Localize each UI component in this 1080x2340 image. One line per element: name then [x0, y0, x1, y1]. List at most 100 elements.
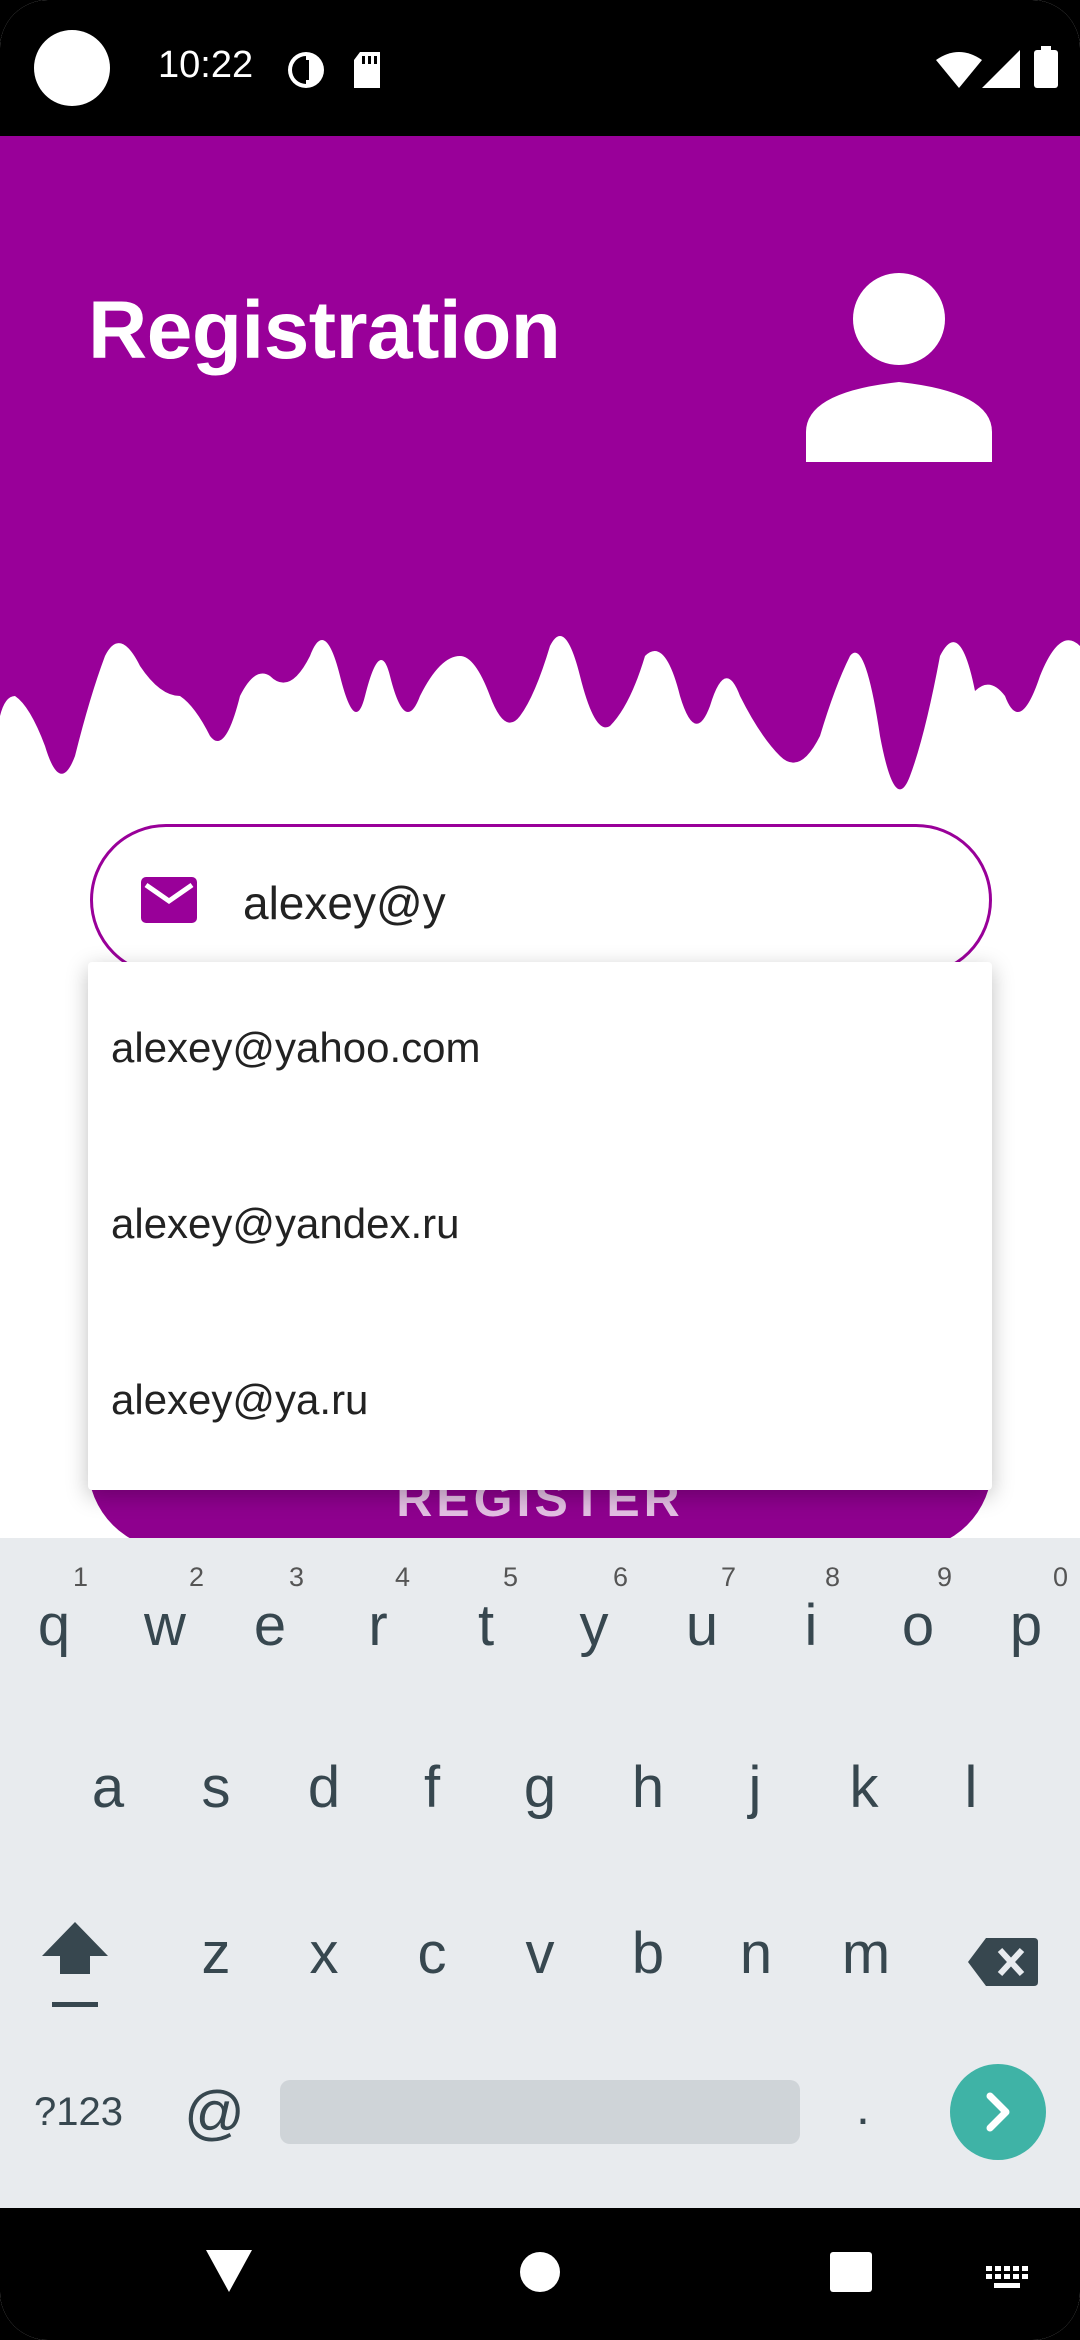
- key-n[interactable]: n: [736, 1920, 776, 1987]
- key-label: v: [525, 1921, 555, 1986]
- key-v[interactable]: v: [520, 1920, 560, 1987]
- suggestion-label: alexey@ya.ru: [111, 1376, 369, 1423]
- suggestion-label: alexey@yandex.ru: [111, 1200, 460, 1247]
- key-q[interactable]: q1: [34, 1562, 88, 1659]
- key-label: u: [685, 1593, 719, 1658]
- status-bar: 10:22: [0, 0, 1080, 136]
- key-label: y: [579, 1593, 609, 1658]
- key-t[interactable]: t5: [468, 1562, 518, 1659]
- key-r[interactable]: r4: [360, 1562, 410, 1659]
- key-y[interactable]: y6: [574, 1562, 629, 1659]
- key-hint: 5: [502, 1562, 518, 1592]
- camera-cutout: [34, 30, 110, 106]
- navigation-bar: [0, 2208, 1080, 2340]
- email-field[interactable]: [90, 824, 992, 976]
- home-icon[interactable]: [520, 2252, 560, 2297]
- at-key[interactable]: @: [184, 2078, 245, 2147]
- key-label: w: [144, 1593, 186, 1658]
- key-j[interactable]: j: [740, 1754, 770, 1821]
- key-label: x: [309, 1921, 339, 1986]
- key-x[interactable]: x: [304, 1920, 344, 1987]
- key-hint: 4: [394, 1562, 410, 1592]
- key-hint: 6: [612, 1562, 628, 1592]
- key-hint: 2: [188, 1562, 204, 1592]
- key-label: j: [748, 1755, 762, 1820]
- key-label: m: [841, 1921, 891, 1986]
- symbols-key[interactable]: ?123: [34, 2090, 123, 2135]
- mail-icon: [141, 877, 197, 928]
- key-label: d: [307, 1755, 341, 1820]
- key-hint: 3: [288, 1562, 304, 1592]
- key-label: q: [37, 1593, 71, 1658]
- suggestion-label: alexey@yahoo.com: [111, 1024, 481, 1071]
- chevron-right-icon: [986, 2092, 1010, 2132]
- key-e[interactable]: e3: [250, 1562, 304, 1659]
- key-label: a: [91, 1755, 125, 1820]
- key-h[interactable]: h: [628, 1754, 668, 1821]
- enter-key[interactable]: [950, 2064, 1046, 2160]
- key-label: l: [964, 1755, 978, 1820]
- key-label: s: [201, 1755, 231, 1820]
- period-key[interactable]: .: [856, 2078, 870, 2136]
- key-i[interactable]: i8: [796, 1562, 840, 1659]
- soft-keyboard: q1 w2 e3 r4 t5 y6 u7 i8 o9 p0 a s d f g …: [0, 1538, 1080, 2208]
- suggestion-item[interactable]: alexey@yandex.ru: [88, 1138, 992, 1314]
- key-z[interactable]: z: [196, 1920, 236, 1987]
- key-p[interactable]: p0: [1006, 1562, 1068, 1659]
- suggestion-item[interactable]: alexey@yahoo.com: [88, 962, 992, 1138]
- email-input[interactable]: [243, 859, 943, 947]
- shift-icon: [42, 1922, 108, 2007]
- key-label: i: [804, 1593, 818, 1658]
- key-b[interactable]: b: [628, 1920, 668, 1987]
- screen: 10:22 Registration alexey@y REGISTER ale…: [0, 0, 1080, 2340]
- key-label: t: [477, 1593, 495, 1658]
- key-label: n: [739, 1921, 773, 1986]
- key-g[interactable]: g: [520, 1754, 560, 1821]
- key-label: c: [417, 1921, 447, 1986]
- key-c[interactable]: c: [412, 1920, 452, 1987]
- backspace-icon: [968, 1938, 1038, 1986]
- data-saver-icon: [286, 50, 326, 90]
- battery-icon: [1034, 46, 1058, 88]
- keyboard-switch-icon[interactable]: [986, 2266, 1028, 2295]
- key-hint: 1: [72, 1562, 88, 1592]
- key-hint: 8: [824, 1562, 840, 1592]
- key-k[interactable]: k: [844, 1754, 884, 1821]
- key-w[interactable]: w2: [140, 1562, 204, 1659]
- key-hint: 0: [1052, 1562, 1068, 1592]
- key-d[interactable]: d: [304, 1754, 344, 1821]
- key-hint: 9: [936, 1562, 952, 1592]
- signal-icon: [982, 50, 1020, 88]
- key-f[interactable]: f: [414, 1754, 450, 1821]
- shift-key[interactable]: [40, 1918, 110, 2013]
- page-title: Registration: [88, 285, 561, 376]
- key-label: e: [253, 1593, 287, 1658]
- sd-card-icon: [352, 52, 382, 88]
- key-label: h: [631, 1755, 665, 1820]
- key-label: z: [201, 1921, 231, 1986]
- key-a[interactable]: a: [88, 1754, 128, 1821]
- key-label: r: [368, 1593, 388, 1658]
- key-m[interactable]: m: [838, 1920, 894, 1987]
- key-s[interactable]: s: [196, 1754, 236, 1821]
- key-label: k: [849, 1755, 879, 1820]
- key-label: p: [1009, 1593, 1043, 1658]
- key-label: g: [523, 1755, 557, 1820]
- registration-header: Registration: [0, 136, 1080, 796]
- back-icon[interactable]: [206, 2250, 252, 2297]
- backspace-key[interactable]: [968, 1938, 1038, 1991]
- email-suggestions-popup: alexey@yahoo.com alexey@yandex.ru alexey…: [88, 962, 992, 1490]
- key-label: f: [423, 1755, 441, 1820]
- key-l[interactable]: l: [956, 1754, 986, 1821]
- key-o[interactable]: o9: [898, 1562, 952, 1659]
- key-u[interactable]: u7: [682, 1562, 736, 1659]
- suggestion-item[interactable]: alexey@ya.ru: [88, 1314, 992, 1490]
- key-hint: 7: [720, 1562, 736, 1592]
- status-time: 10:22: [158, 44, 254, 86]
- space-key[interactable]: [280, 2080, 800, 2144]
- wifi-icon: [936, 52, 982, 88]
- key-label: o: [901, 1593, 935, 1658]
- recents-icon[interactable]: [830, 2252, 872, 2297]
- person-icon: [806, 272, 992, 462]
- header-wave-background: [0, 136, 1080, 790]
